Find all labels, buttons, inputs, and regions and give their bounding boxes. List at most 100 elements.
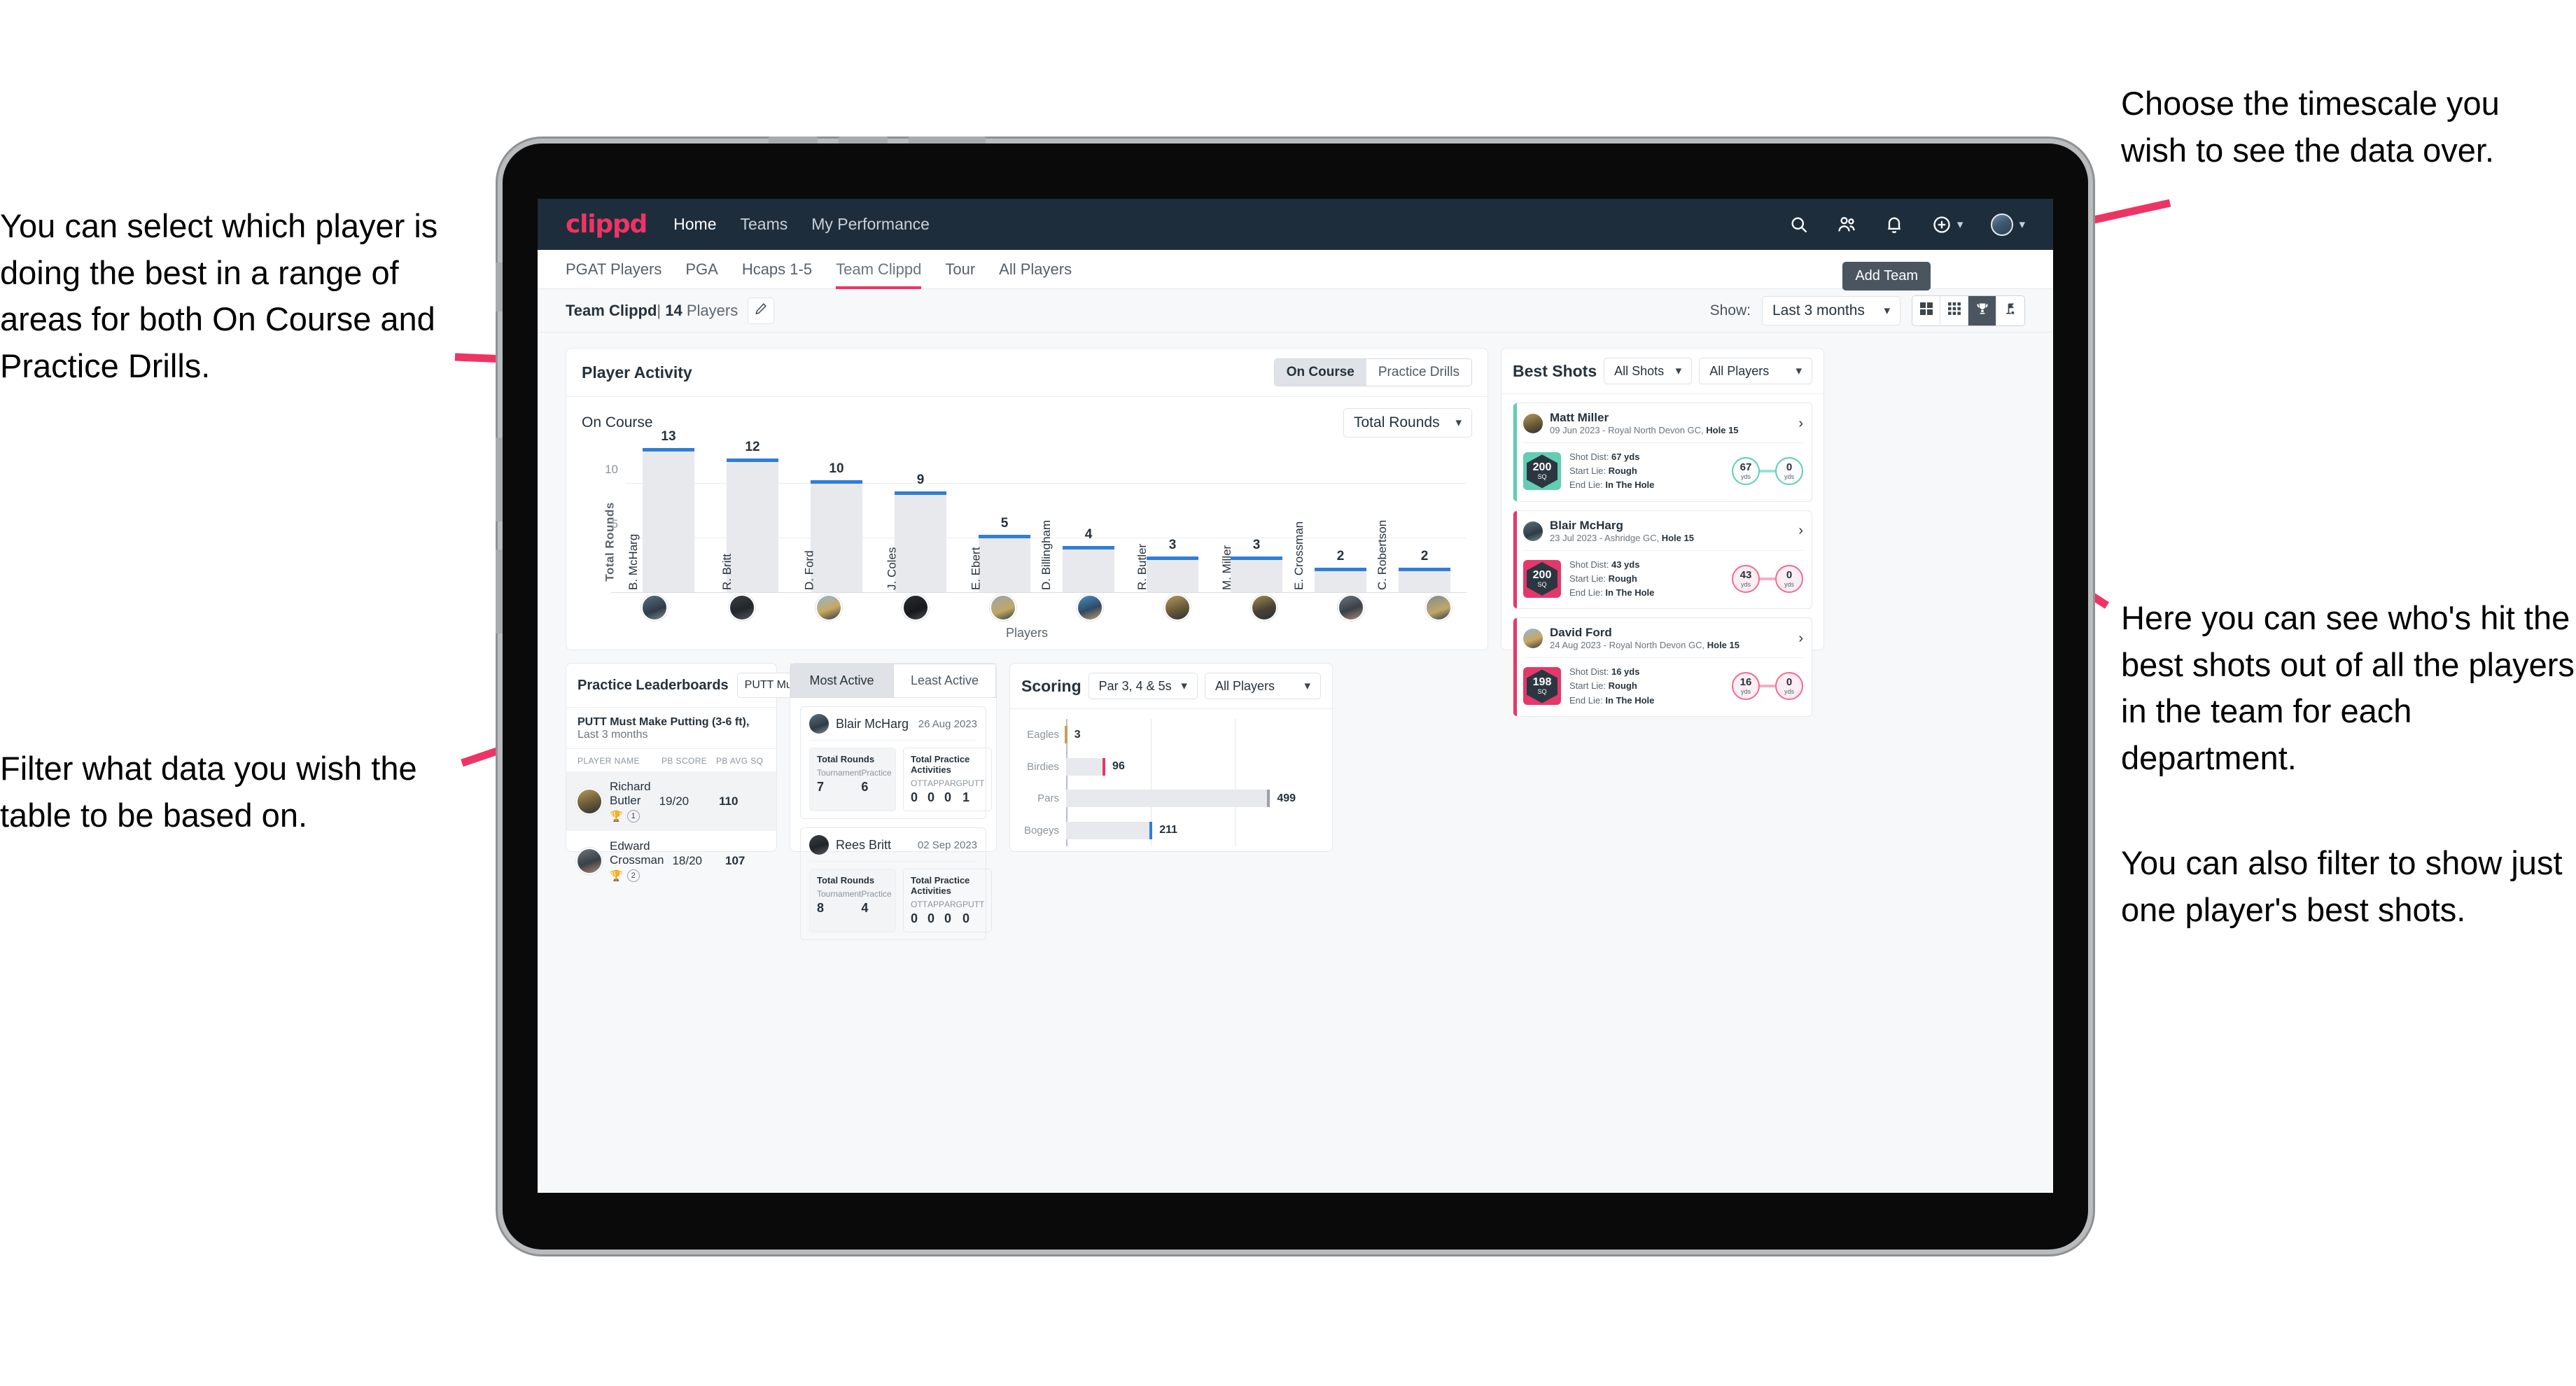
chart-bar[interactable]: 9 J. Coles — [885, 472, 947, 593]
view-trophy-button[interactable] — [1968, 295, 1996, 326]
tab-most-active[interactable]: Most Active — [790, 664, 893, 698]
segment-on-course[interactable]: On Course — [1274, 359, 1366, 386]
people-icon[interactable] — [1837, 215, 1856, 234]
scoring-bar-row[interactable]: Pars 499 — [1037, 790, 1320, 808]
tab-all-players[interactable]: All Players — [999, 250, 1072, 289]
scoring-bar[interactable]: 211 — [1066, 821, 1177, 839]
scoring-bar-row[interactable]: Birdies 96 — [1027, 757, 1320, 776]
scoring-bar-row[interactable]: Eagles 3 — [1027, 726, 1320, 744]
chevron-right-icon[interactable]: › — [1798, 523, 1803, 539]
avatar[interactable] — [1424, 594, 1452, 621]
chart-bar[interactable]: 10 D. Ford — [803, 461, 863, 593]
tab-hcaps-1-5[interactable]: Hcaps 1-5 — [742, 250, 812, 289]
activity-card[interactable]: Rees Britt 02 Sep 2023 Total Rounds Tournam… — [800, 827, 993, 940]
chart-bar-slot[interactable]: 3 R. Butler — [1130, 440, 1214, 593]
best-shots-player-value: All Players — [1709, 363, 1770, 378]
par-filter-select[interactable]: Par 3, 4 & 5s ▾ — [1088, 673, 1198, 699]
scoring-player-select[interactable]: All Players ▾ — [1204, 673, 1321, 699]
sq-unit: SQ — [1537, 473, 1547, 481]
chart-bar[interactable]: 3 M. Miller — [1220, 538, 1283, 593]
segment-practice-drills[interactable]: Practice Drills — [1366, 359, 1471, 386]
plus-circle-icon[interactable] — [1932, 215, 1952, 234]
practice-column: APP 0 — [927, 778, 944, 805]
activity-card[interactable]: Blair McHarg 26 Aug 2023 Total Rounds Tourn… — [800, 706, 993, 819]
avatar[interactable] — [728, 594, 755, 621]
tab-team-clippd[interactable]: Team Clippd — [836, 250, 922, 289]
total-rounds-box: Total Rounds Tournament 8 Practice 4 — [809, 869, 896, 932]
timescale-select[interactable]: Last 3 months ▾ — [1762, 295, 1900, 326]
annotation-filter-player: You can also filter to show just one pla… — [2121, 844, 2563, 928]
avatar[interactable] — [902, 594, 930, 621]
chart-bar-slot[interactable]: 10 D. Ford — [794, 440, 878, 593]
chart-bar-value: 3 — [1168, 538, 1177, 553]
chart-bar[interactable]: 12 R. Britt — [720, 440, 779, 593]
view-flag-button[interactable] — [1996, 296, 2024, 326]
chart-bar-slot[interactable]: 12 R. Britt — [710, 440, 794, 593]
navlink-home[interactable]: Home — [673, 215, 716, 234]
chart-bar-slot[interactable]: 9 J. Coles — [878, 440, 962, 593]
chart-bar-cap — [1314, 567, 1367, 571]
chart-bar[interactable]: 13 B. McHarg — [626, 429, 695, 593]
scoring-bar-value: 3 — [1074, 728, 1081, 741]
scoring-bar-label: Birdies — [1027, 760, 1059, 773]
navlink-my-performance[interactable]: My Performance — [811, 215, 930, 234]
avatar[interactable] — [1338, 594, 1365, 621]
y-tick-5: 5 — [611, 517, 618, 531]
table-row[interactable]: Edward Crossman 🏆 2 18/20 107 — [566, 831, 776, 890]
tab-pgat-players[interactable]: PGAT Players — [566, 250, 662, 289]
chart-bar-slot[interactable]: 3 M. Miller — [1214, 440, 1298, 593]
chart-bar[interactable]: 2 C. Robertson — [1376, 520, 1451, 593]
chart-bar[interactable]: 3 R. Butler — [1135, 538, 1199, 593]
clippd-logo[interactable]: clippd — [566, 210, 648, 239]
avatar[interactable] — [816, 594, 843, 621]
table-row[interactable]: Richard Butler 🏆 1 19/20 110 — [566, 771, 776, 831]
avatar[interactable] — [1077, 594, 1104, 621]
chart-bar-slot[interactable]: 2 E. Crossman — [1292, 440, 1382, 593]
scoring-bar-row[interactable]: Bogeys 211 — [1024, 821, 1320, 839]
best-shot-details: Shot Dist: 16 yds Start Lie: Rough End Lie… — [1569, 665, 1654, 707]
tab-tour[interactable]: Tour — [945, 250, 975, 289]
search-icon[interactable] — [1789, 215, 1809, 234]
scoring-bar[interactable]: 499 — [1066, 790, 1296, 808]
chevron-right-icon[interactable]: › — [1798, 416, 1803, 432]
chart-bar-label: M. Miller — [1219, 545, 1233, 590]
best-shot-card[interactable]: Matt Miller 09 Jun 2023 - Royal North Dev… — [1513, 402, 1812, 502]
device-button-top-1 — [769, 136, 818, 144]
avatar[interactable] — [1251, 594, 1278, 621]
avatar[interactable] — [1991, 213, 2014, 236]
chart-bar[interactable]: 2 E. Crossman — [1292, 522, 1367, 593]
best-shot-body: 200 SQ Shot Dist: 43 yds Start Lie: Rough En… — [1523, 551, 1803, 600]
chart-bar[interactable]: 4 D. Billingham — [1040, 520, 1115, 593]
scoring-bar[interactable]: 3 — [1064, 726, 1081, 744]
shot-type-select[interactable]: All Shots ▾ — [1604, 358, 1693, 384]
start-distance-value: 67 — [1740, 461, 1752, 474]
chart-bar-cap — [642, 447, 695, 451]
best-shot-card[interactable]: Blair McHarg 23 Jul 2023 - Ashridge GC, H… — [1513, 510, 1812, 610]
avatar[interactable] — [641, 594, 668, 621]
avatar — [1523, 414, 1543, 434]
bell-icon[interactable] — [1884, 215, 1904, 234]
scoring-bar[interactable]: 96 — [1066, 757, 1125, 776]
chart-bar-slot[interactable]: 2 C. Robertson — [1376, 440, 1466, 593]
practice-column-label: APP — [927, 899, 945, 909]
plus-circle-menu[interactable]: ▾ — [1932, 215, 1963, 234]
metric-select[interactable]: Total Rounds ▾ — [1343, 408, 1472, 438]
chart-bar-slot[interactable]: 13 B. McHarg — [626, 429, 710, 593]
avatar[interactable] — [1163, 594, 1191, 621]
chart-bar-slot[interactable]: 4 D. Billingham — [1040, 440, 1130, 593]
edit-team-button[interactable] — [748, 297, 775, 324]
avatar[interactable] — [989, 594, 1016, 621]
chart-bar-slot[interactable]: 5 E. Ebert — [962, 440, 1046, 593]
user-menu[interactable]: ▾ — [1991, 213, 2025, 236]
rounds-column-value: 4 — [861, 901, 869, 915]
view-grid-2x2-button[interactable] — [1912, 295, 1940, 326]
chart-bar[interactable]: 5 E. Ebert — [969, 516, 1031, 593]
tab-least-active[interactable]: Least Active — [893, 664, 996, 698]
tab-pga[interactable]: PGA — [685, 250, 718, 289]
best-shot-card[interactable]: David Ford 24 Aug 2023 - Royal North Devo… — [1513, 617, 1812, 717]
chevron-right-icon[interactable]: › — [1798, 631, 1803, 647]
navlink-teams[interactable]: Teams — [741, 215, 788, 234]
scoring-bar-label: Eagles — [1027, 729, 1059, 741]
best-shots-player-select[interactable]: All Players ▾ — [1699, 358, 1812, 384]
view-grid-3x3-button[interactable] — [1940, 295, 1968, 326]
